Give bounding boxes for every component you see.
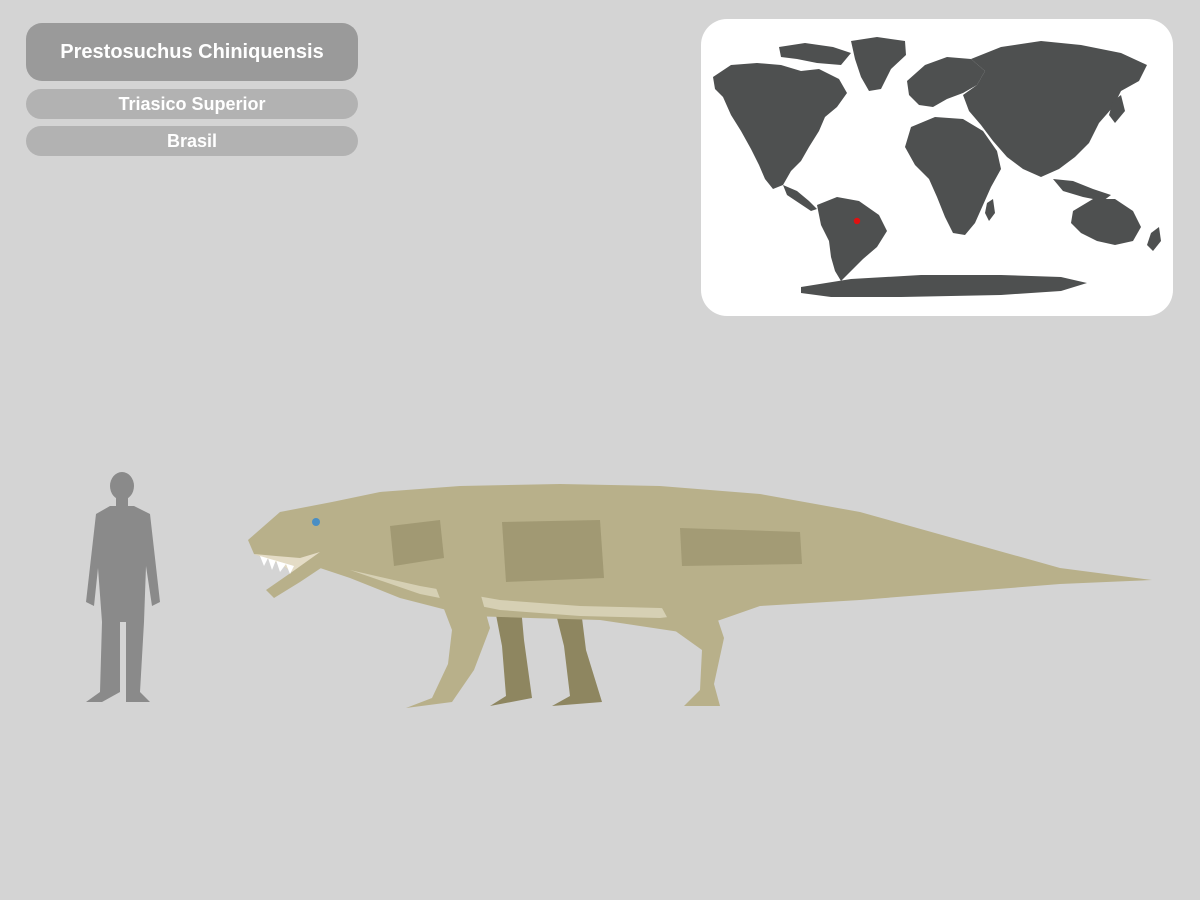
- central-america-shape: [783, 185, 817, 211]
- creature-stripe-mid-shape: [502, 520, 604, 582]
- world-map-icon: [713, 37, 1161, 297]
- world-map-card: [701, 19, 1173, 316]
- new-zealand-shape: [1147, 227, 1161, 251]
- se-asia-islands-shape: [1053, 179, 1111, 201]
- period-label: Triasico Superior: [26, 89, 358, 119]
- country-label: Brasil: [26, 126, 358, 156]
- arctic-islands-shape: [779, 43, 851, 65]
- south-america-shape: [817, 197, 887, 281]
- africa-shape: [905, 117, 1001, 235]
- australia-shape: [1071, 199, 1141, 245]
- greenland-shape: [851, 37, 906, 91]
- creature-stripe-rear-shape: [680, 528, 802, 566]
- creature-near-fore-leg-shape: [406, 588, 490, 708]
- location-marker-icon: [853, 217, 861, 225]
- prestosuchus-illustration-icon: [248, 484, 1152, 708]
- creature-stripe-front-shape: [390, 520, 444, 566]
- creature-head-shape: [248, 502, 340, 598]
- human-silhouette-icon: [86, 472, 160, 702]
- scale-chart-canvas: Prestosuchus Chiniquensis Triasico Super…: [0, 0, 1200, 900]
- madagascar-shape: [985, 199, 995, 221]
- period-text: Triasico Superior: [118, 93, 266, 114]
- species-name-label: Prestosuchus Chiniquensis: [26, 23, 358, 81]
- human-neck-shape: [116, 497, 128, 507]
- creature-eye-icon: [312, 518, 320, 526]
- human-torso-shape: [86, 506, 160, 702]
- north-america-shape: [713, 63, 847, 189]
- country-text: Brasil: [166, 130, 218, 151]
- antarctica-shape: [801, 275, 1087, 297]
- species-name-text: Prestosuchus Chiniquensis: [60, 40, 324, 63]
- human-head-shape: [110, 472, 134, 500]
